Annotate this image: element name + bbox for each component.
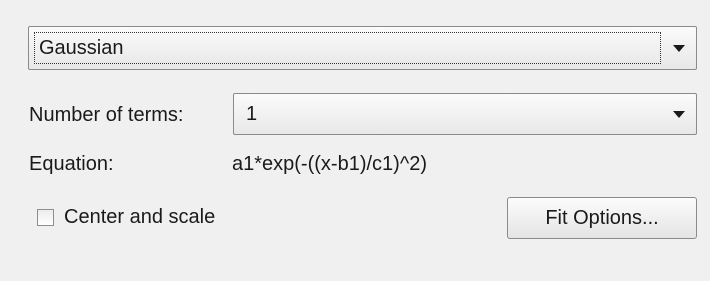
fit-settings-panel: Gaussian Number of terms: 1 Equation: a1… bbox=[0, 0, 710, 281]
fit-type-dropdown[interactable]: Gaussian bbox=[28, 26, 697, 70]
center-and-scale-checkbox[interactable] bbox=[37, 208, 54, 226]
chevron-down-icon bbox=[673, 110, 685, 118]
number-of-terms-value: 1 bbox=[246, 103, 258, 125]
fit-options-button[interactable]: Fit Options... bbox=[507, 197, 697, 239]
center-and-scale-label[interactable]: Center and scale bbox=[64, 205, 215, 229]
number-of-terms-dropdown[interactable]: 1 bbox=[233, 93, 697, 135]
fit-type-dropdown-arrow[interactable] bbox=[662, 27, 696, 69]
equation-value: a1*exp(-((x-b1)/c1)^2) bbox=[232, 153, 427, 175]
equation-label: Equation: bbox=[29, 153, 114, 175]
center-and-scale-option[interactable]: Center and scale bbox=[37, 205, 215, 229]
number-of-terms-label: Number of terms: bbox=[29, 104, 184, 126]
fit-type-value: Gaussian bbox=[34, 32, 661, 64]
chevron-down-icon bbox=[673, 44, 685, 52]
number-of-terms-dropdown-arrow[interactable] bbox=[662, 94, 696, 134]
